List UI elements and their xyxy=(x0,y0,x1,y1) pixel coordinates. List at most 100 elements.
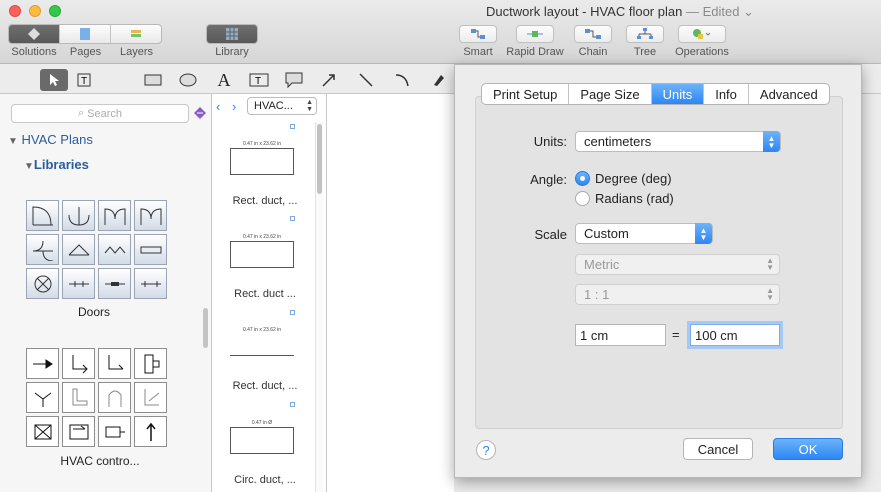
scale-label: Scale xyxy=(534,227,567,242)
shape-rect-duct-1[interactable]: 0.47 in x 23.62 in xyxy=(230,141,294,175)
door-shape[interactable] xyxy=(134,200,167,231)
hvac-control-shape[interactable] xyxy=(98,382,131,413)
arc-tool[interactable] xyxy=(388,69,416,91)
library-shapes-panel: ‹ › HVAC... ▲ ▼ 0.47 in x 23.62 in Rect. d… xyxy=(212,94,327,492)
tab-units[interactable]: Units xyxy=(651,84,705,104)
document-setup-dialog: Print Setup Page Size Units Info Advance… xyxy=(454,64,862,478)
hvac-control-shape[interactable] xyxy=(62,348,95,379)
hvac-control-shape[interactable] xyxy=(134,348,167,379)
scale-select[interactable]: Custom ▲ ▼ xyxy=(575,223,713,244)
ellipse-tool[interactable] xyxy=(174,69,202,91)
pages-icon[interactable] xyxy=(60,25,111,43)
tree-item-libraries[interactable]: ▼Libraries xyxy=(24,157,89,172)
shape-handle xyxy=(290,310,295,315)
hvac-control-shape[interactable] xyxy=(62,416,95,447)
hvac-control-shape[interactable] xyxy=(98,348,131,379)
tree-label: Tree xyxy=(633,46,657,58)
door-shape[interactable] xyxy=(98,234,131,265)
smart-icon xyxy=(471,29,485,39)
tab-info[interactable]: Info xyxy=(704,84,749,104)
zoom-window-button[interactable] xyxy=(49,5,61,17)
operations-button[interactable] xyxy=(678,25,726,43)
doors-group-label: Doors xyxy=(77,305,110,319)
hvac-control-shape[interactable] xyxy=(134,416,167,447)
solutions-label: Solutions xyxy=(11,46,57,58)
text-a-icon: A xyxy=(217,69,231,90)
hvac-control-shape[interactable] xyxy=(62,382,95,413)
door-shape[interactable] xyxy=(98,200,131,231)
pen-tool[interactable] xyxy=(425,69,453,91)
minimize-window-button[interactable] xyxy=(29,5,41,17)
select-tool[interactable] xyxy=(40,69,68,91)
shapes-scrollbar[interactable] xyxy=(317,124,322,194)
door-shape[interactable] xyxy=(26,234,59,265)
operations-icon xyxy=(693,29,711,39)
close-window-button[interactable] xyxy=(9,5,21,17)
units-select[interactable]: centimeters ▲ ▼ xyxy=(575,131,781,152)
callout-tool[interactable] xyxy=(280,69,308,91)
shape-rect-duct-3[interactable]: 0.47 in x 23.62 in xyxy=(230,327,294,356)
shape-circ-duct[interactable]: 0.47 in Ø xyxy=(230,420,294,454)
ratio-select: 1 : 1 ▲ ▼ xyxy=(575,284,780,305)
hvac-control-shape[interactable] xyxy=(26,416,59,447)
forward-chevron-icon[interactable]: › xyxy=(232,99,236,114)
rapid-draw-button[interactable] xyxy=(516,25,554,43)
radio-radians[interactable]: Radians (rad) xyxy=(575,191,674,206)
door-shape[interactable] xyxy=(26,268,59,299)
help-button[interactable]: ? xyxy=(476,440,496,460)
solutions-icon[interactable] xyxy=(9,25,61,43)
arc-icon xyxy=(395,74,409,87)
door-shape[interactable] xyxy=(62,234,95,265)
text-select-tool[interactable]: T xyxy=(70,69,98,91)
hvac-control-shape[interactable] xyxy=(26,382,59,413)
radio-selected-icon xyxy=(575,171,590,186)
metric-select: Metric ▲ ▼ xyxy=(575,254,780,275)
library-icon xyxy=(207,25,257,43)
arrow-tool[interactable] xyxy=(315,69,343,91)
ok-button[interactable]: OK xyxy=(773,438,843,460)
chain-label: Chain xyxy=(578,46,608,58)
view-mode-segment[interactable] xyxy=(8,24,162,44)
tab-advanced[interactable]: Advanced xyxy=(749,84,829,104)
chevron-updown-icon: ▲ ▼ xyxy=(695,223,712,244)
text-frame-tool[interactable]: T xyxy=(245,69,273,91)
shape-handle xyxy=(290,216,295,221)
door-shape[interactable] xyxy=(134,234,167,265)
drawing-canvas[interactable] xyxy=(327,94,454,492)
tree-item-hvac-plans[interactable]: ▼ HVAC Plans xyxy=(8,132,93,147)
hvac-control-shape[interactable] xyxy=(134,382,167,413)
door-shape[interactable] xyxy=(26,200,59,231)
hvac-control-shape[interactable] xyxy=(26,348,59,379)
rectangle-tool[interactable] xyxy=(139,69,167,91)
line-tool[interactable] xyxy=(352,69,380,91)
tree-button[interactable] xyxy=(626,25,664,43)
tab-page-size[interactable]: Page Size xyxy=(569,84,652,104)
back-chevron-icon[interactable]: ‹ xyxy=(216,99,220,114)
library-options-icon[interactable] xyxy=(193,106,207,123)
scale-right-input[interactable]: 100 cm xyxy=(690,324,780,346)
hvac-control-shape[interactable] xyxy=(98,416,131,447)
search-input[interactable]: ⌕ Search xyxy=(11,104,189,123)
library-label: Library xyxy=(215,46,249,58)
pointer-icon xyxy=(50,74,59,86)
door-shape[interactable] xyxy=(62,268,95,299)
library-button[interactable] xyxy=(206,24,258,44)
layers-icon[interactable] xyxy=(111,25,161,43)
radio-degree[interactable]: Degree (deg) xyxy=(575,171,672,186)
equals-sign: = xyxy=(672,327,680,342)
library-selector[interactable]: HVAC... ▲ ▼ xyxy=(247,97,317,115)
text-frame-icon: T xyxy=(249,73,269,87)
tab-print-setup[interactable]: Print Setup xyxy=(482,84,570,104)
rapid-draw-icon xyxy=(527,31,543,37)
scale-left-input[interactable]: 1 cm xyxy=(575,324,666,346)
search-icon: ⌕ xyxy=(77,107,88,119)
door-shape[interactable] xyxy=(134,268,167,299)
smart-button[interactable] xyxy=(459,25,497,43)
text-tool[interactable]: A xyxy=(210,69,238,91)
door-shape[interactable] xyxy=(98,268,131,299)
cancel-button[interactable]: Cancel xyxy=(683,438,753,460)
door-shape[interactable] xyxy=(62,200,95,231)
chain-button[interactable] xyxy=(574,25,612,43)
sidebar-scrollbar[interactable] xyxy=(203,308,208,348)
shape-rect-duct-2[interactable]: 0.47 in x 23.62 in xyxy=(230,234,294,268)
